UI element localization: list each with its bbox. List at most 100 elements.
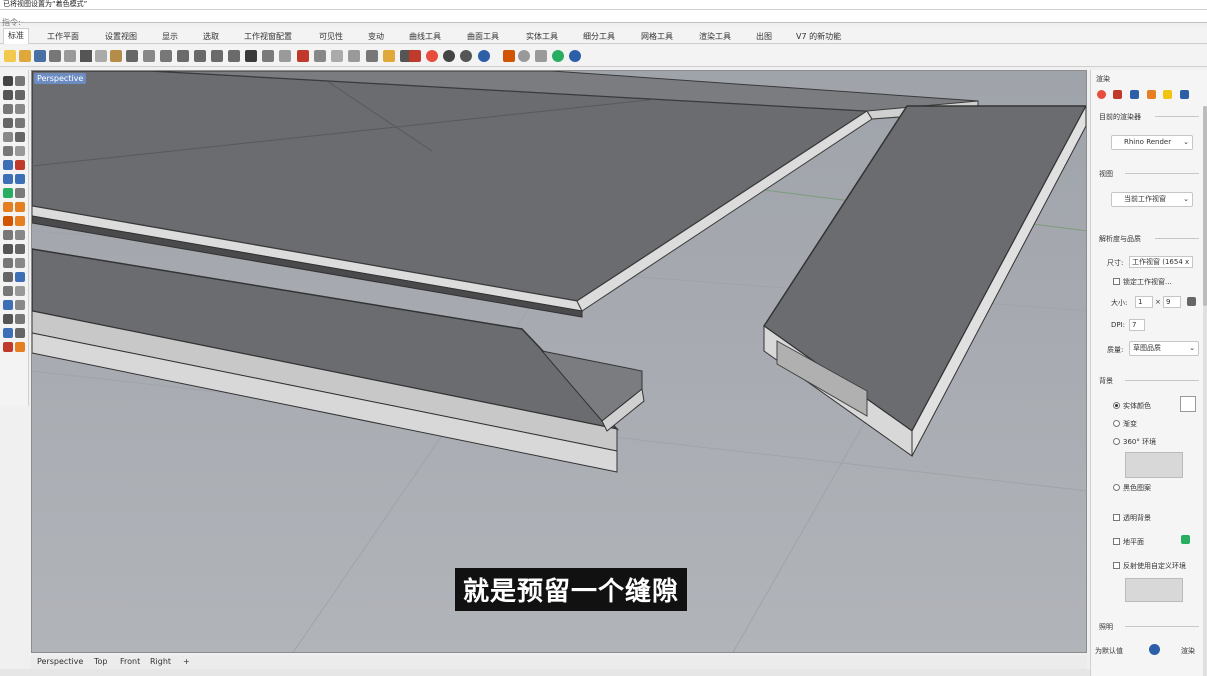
zoom-icon[interactable] [177, 50, 189, 62]
dpi-field[interactable]: 7 [1129, 319, 1145, 331]
environments-tab-icon[interactable] [1163, 90, 1172, 99]
surface-icon[interactable] [348, 50, 360, 62]
tab-render-tools[interactable]: 渲染工具 [695, 30, 735, 43]
box-icon[interactable] [3, 202, 13, 212]
rotate-icon[interactable] [15, 244, 25, 254]
select-icon[interactable] [245, 50, 257, 62]
curve-tool-icon[interactable] [15, 90, 25, 100]
tab-cplanes[interactable]: 工作平面 [43, 30, 83, 43]
section-resolution[interactable]: 解析度与品质 [1099, 234, 1141, 244]
offset-icon[interactable] [15, 146, 25, 156]
custom-env-checkbox[interactable] [1113, 562, 1120, 569]
transparent-bg-checkbox[interactable] [1113, 514, 1120, 521]
bg-solid-radio[interactable] [1113, 402, 1120, 409]
ellipse-icon[interactable] [3, 118, 13, 128]
ground-plane-checkbox[interactable] [1113, 538, 1120, 545]
ground-plane-settings-icon[interactable] [1181, 535, 1190, 544]
circle-icon[interactable] [3, 104, 13, 114]
tab-drafting[interactable]: 出图 [752, 30, 776, 43]
solid-icon[interactable] [366, 50, 378, 62]
zoom-selected-icon[interactable] [228, 50, 240, 62]
tab-mesh-tools[interactable]: 网格工具 [637, 30, 677, 43]
grid-icon[interactable] [279, 50, 291, 62]
check-icon[interactable] [15, 328, 25, 338]
textures-tab-icon[interactable] [1180, 90, 1189, 99]
tab-select[interactable]: 选取 [199, 30, 223, 43]
view-dropdown[interactable]: 当前工作视窗 ⌄ [1111, 192, 1193, 207]
globe-icon[interactable] [552, 50, 564, 62]
tab-surface-tools[interactable]: 曲面工具 [463, 30, 503, 43]
width-field[interactable]: 1 [1135, 296, 1153, 308]
cylinder-icon[interactable] [15, 202, 25, 212]
help-icon[interactable] [535, 50, 547, 62]
section-view[interactable]: 视图 [1099, 169, 1113, 179]
mesh-icon[interactable] [3, 230, 13, 240]
polyline-icon[interactable] [3, 90, 13, 100]
zoom-extents-icon[interactable] [211, 50, 223, 62]
tab-visibility[interactable]: 可见性 [315, 30, 347, 43]
zoom-window-icon[interactable] [194, 50, 206, 62]
options-gear-icon[interactable] [518, 50, 530, 62]
size-dropdown[interactable]: 工作视窗 (1654 x [1129, 256, 1193, 268]
4-view-icon[interactable] [262, 50, 274, 62]
viewport-tab-top[interactable]: Top [94, 657, 108, 666]
light-bulb-icon[interactable] [383, 50, 395, 62]
subd-icon[interactable] [15, 230, 25, 240]
viewport-tab-right[interactable]: Right [150, 657, 171, 666]
paste-icon[interactable] [110, 50, 122, 62]
cut-icon[interactable] [80, 50, 92, 62]
section-lighting[interactable]: 照明 [1099, 622, 1113, 632]
tab-solid-tools[interactable]: 实体工具 [522, 30, 562, 43]
height-field[interactable]: 9 [1163, 296, 1181, 308]
properties-icon[interactable] [503, 50, 515, 62]
undo-icon[interactable] [126, 50, 138, 62]
panel-scrollbar[interactable] [1203, 106, 1207, 676]
rectangle-icon[interactable] [15, 118, 25, 128]
trim-icon[interactable] [15, 286, 25, 296]
bg-wallpaper-radio[interactable] [1113, 484, 1120, 491]
tab-curve-tools[interactable]: 曲线工具 [405, 30, 445, 43]
bg-color-swatch[interactable] [1180, 396, 1196, 412]
copy-icon[interactable] [95, 50, 107, 62]
section-background[interactable]: 背景 [1099, 376, 1113, 386]
tab-display[interactable]: 显示 [158, 30, 182, 43]
dimension-icon[interactable] [3, 314, 13, 324]
sphere-icon[interactable] [443, 50, 455, 62]
viewport-title[interactable]: Perspective [34, 73, 87, 84]
render-sphere-icon[interactable] [1149, 644, 1160, 655]
color-wheel-icon[interactable] [426, 50, 438, 62]
join-icon[interactable] [15, 272, 25, 282]
tab-viewport-layout[interactable]: 工作视窗配置 [240, 30, 296, 43]
boolean-union-icon[interactable] [3, 216, 13, 226]
tab-set-view[interactable]: 设置视图 [101, 30, 141, 43]
car-icon[interactable] [297, 50, 309, 62]
bg-360-radio[interactable] [1113, 438, 1120, 445]
renderer-dropdown[interactable]: Rhino Render ⌄ [1111, 135, 1193, 150]
reflection-env-preview[interactable] [1125, 578, 1183, 602]
quality-dropdown[interactable]: 草图品质 ⌄ [1129, 341, 1199, 356]
new-file-icon[interactable] [4, 50, 16, 62]
link-icon[interactable] [1187, 297, 1196, 306]
reset-defaults-button[interactable]: 为默认值 [1095, 646, 1123, 656]
polygon-icon[interactable] [3, 132, 13, 142]
material-sphere-icon[interactable] [478, 50, 490, 62]
analyze-icon[interactable] [3, 328, 13, 338]
scrollbar-thumb[interactable] [1203, 106, 1207, 306]
section-current-renderer[interactable]: 目前的渲染器 [1099, 112, 1141, 122]
perspective-viewport[interactable]: Perspective 就是预留一个缝隙 [31, 70, 1087, 653]
print-icon[interactable] [49, 50, 61, 62]
materials-tab-icon[interactable] [1147, 90, 1156, 99]
curve-icon[interactable] [331, 50, 343, 62]
add-viewport-tab[interactable]: + [183, 657, 190, 666]
light-icon[interactable] [15, 342, 25, 352]
extrude-icon[interactable] [15, 160, 25, 170]
open-file-icon[interactable] [19, 50, 31, 62]
bg-gradient-radio[interactable] [1113, 420, 1120, 427]
tab-transform[interactable]: 变动 [364, 30, 388, 43]
scale-icon[interactable] [3, 258, 13, 268]
arc-icon[interactable] [15, 104, 25, 114]
layers-tab-icon[interactable] [1113, 90, 1122, 99]
boolean-difference-icon[interactable] [15, 216, 25, 226]
pan-hand-icon[interactable] [143, 50, 155, 62]
fillet-curve-icon[interactable] [3, 146, 13, 156]
